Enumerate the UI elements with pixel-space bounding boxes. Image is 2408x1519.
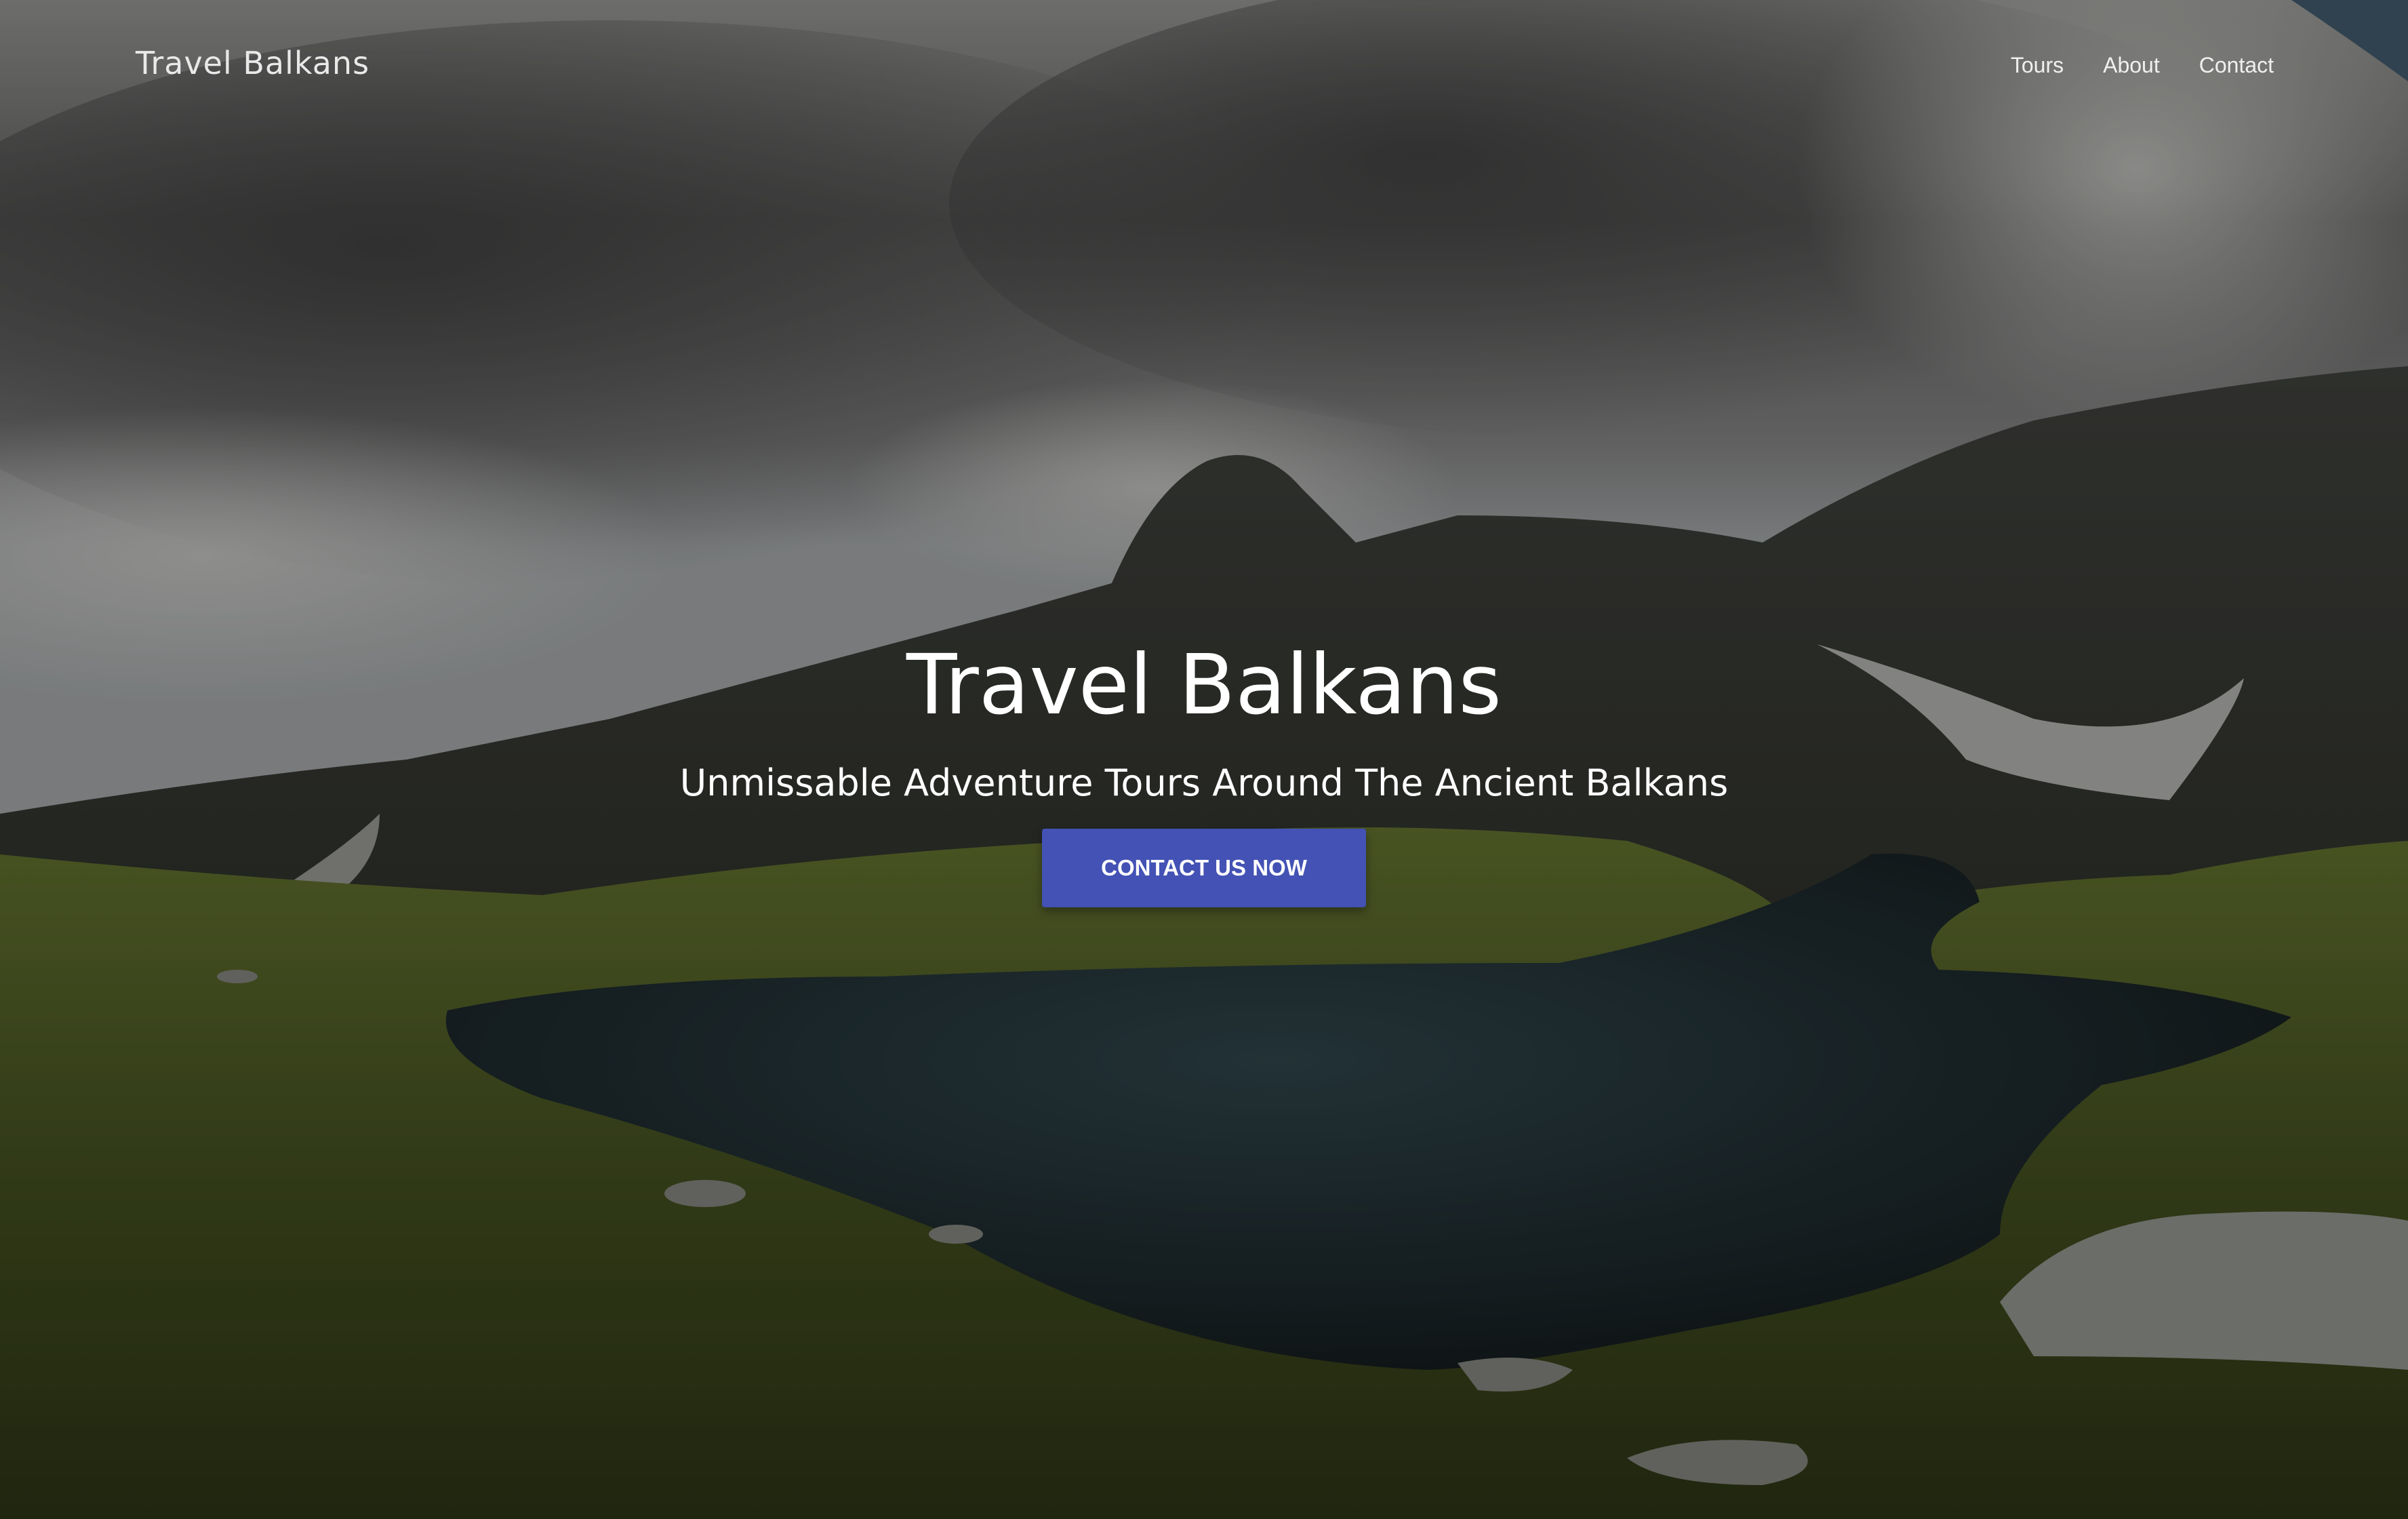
hero-title: Travel Balkans: [906, 637, 1502, 733]
hero-subtitle: Unmissable Adventure Tours Around The An…: [679, 762, 1729, 804]
brand-logo-link[interactable]: Travel Balkans: [136, 45, 369, 81]
contact-us-button[interactable]: CONTACT US NOW: [1042, 829, 1366, 907]
nav-links: Tours About Contact: [2011, 53, 2274, 78]
hero-section: Travel Balkans Tours About Contact Trave…: [0, 0, 2408, 1519]
hero-content: Travel Balkans Unmissable Adventure Tour…: [0, 624, 2408, 907]
nav-link-contact[interactable]: Contact: [2199, 53, 2274, 78]
nav-link-tours[interactable]: Tours: [2011, 53, 2064, 78]
navbar: Travel Balkans Tours About Contact: [0, 0, 2408, 136]
nav-link-about[interactable]: About: [2103, 53, 2160, 78]
